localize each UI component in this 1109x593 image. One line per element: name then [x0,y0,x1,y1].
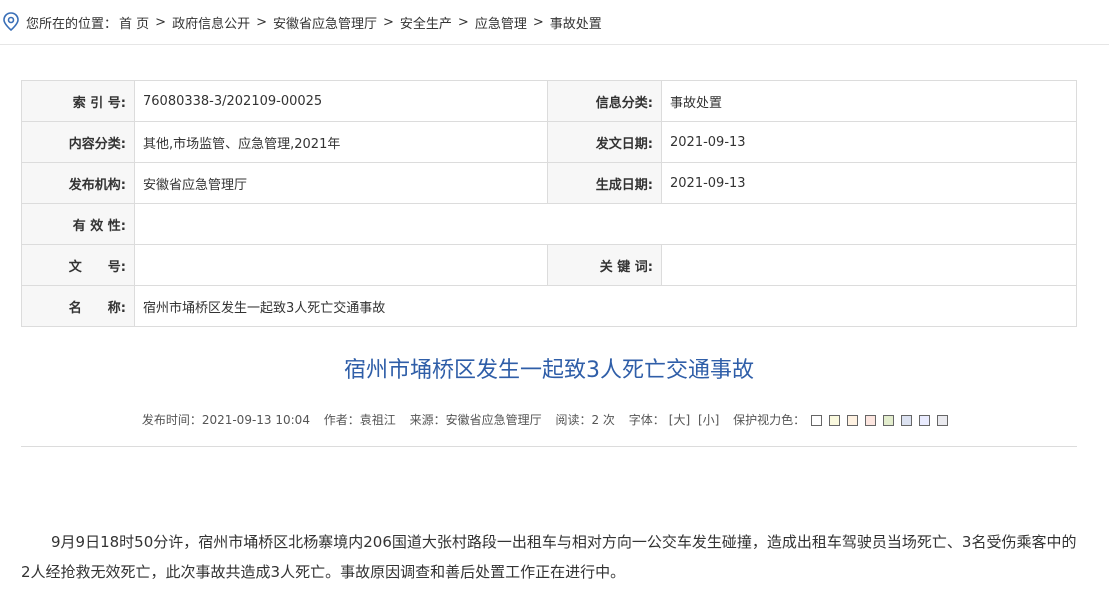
breadcrumb-current: 事故处置 [549,16,602,32]
validity-label: 有 效 性: [21,203,135,245]
eye-care-swatch[interactable] [865,415,877,426]
eye-care-swatch[interactable] [829,415,841,426]
publisher-value: 安徽省应急管理厅 [134,162,548,204]
publisher-label: 发布机构: [21,162,135,204]
breadcrumb-separator: > [155,14,167,30]
article-body: 9月9日18时50分许，宿州市埇桥区北杨寨境内206国道大张村路段一出租车与相对… [21,533,1077,581]
eye-care-swatch[interactable] [883,415,895,426]
eye-care-swatch[interactable] [937,415,949,426]
name-value: 宿州市埇桥区发生一起致3人死亡交通事故 [134,285,1077,327]
breadcrumb-department[interactable]: 安徽省应急管理厅 [273,13,377,32]
read-count: 阅读：2 次 [555,413,615,427]
eye-care-swatches [811,415,952,426]
publish-time: 发布时间：2021-09-13 10:04 [141,413,310,427]
issue-date-value: 2021-09-13 [661,121,1077,163]
meta-row: 索 引 号: 76080338-3/202109-00025 信息分类: 事故处… [21,80,1077,122]
meta-row: 文 号: 关 键 词: [21,244,1077,286]
breadcrumb-separator: > [457,14,469,30]
location-pin-icon [2,12,20,32]
article-info-bar: 发布时间：2021-09-13 10:04 作者：袁祖江 来源：安徽省应急管理厅… [0,411,1098,428]
created-date-value: 2021-09-13 [661,162,1077,204]
created-date-label: 生成日期: [547,162,662,204]
content-category-value: 其他,市场监管、应急管理,2021年 [134,121,548,163]
article-title: 宿州市埇桥区发生一起致3人死亡交通事故 [344,358,754,383]
doc-number-label: 文 号: [21,244,135,286]
keywords-label: 关 键 词: [547,244,662,286]
breadcrumb-home[interactable]: 首 页 [119,13,149,32]
breadcrumb-emergency[interactable]: 应急管理 [475,13,527,32]
content-divider [21,446,1077,447]
eye-care-swatch[interactable] [901,415,913,426]
document-metadata-table: 索 引 号: 76080338-3/202109-00025 信息分类: 事故处… [21,80,1077,327]
breadcrumb-separator: > [532,14,544,30]
keywords-value [661,244,1077,286]
breadcrumb-separator: > [383,14,394,30]
font-size-label: 字体： [628,413,665,427]
meta-row: 内容分类: 其他,市场监管、应急管理,2021年 发文日期: 2021-09-1… [21,121,1077,163]
font-large-button[interactable]: [大] [669,413,690,427]
info-category-label: 信息分类: [547,80,662,122]
meta-row: 有 效 性: [21,203,1077,245]
eye-care-swatch[interactable] [919,415,931,426]
eye-care-swatch[interactable] [811,415,823,426]
doc-number-value [134,244,548,286]
breadcrumb-prefix: 您所在的位置： [26,16,118,32]
index-value: 76080338-3/202109-00025 [134,80,548,122]
eye-care-label: 保护视力色： [733,413,806,427]
name-label: 名 称: [21,285,135,327]
content-category-label: 内容分类: [21,121,135,163]
validity-value [134,203,1077,245]
meta-row: 发布机构: 安徽省应急管理厅 生成日期: 2021-09-13 [21,162,1077,204]
info-category-value: 事故处置 [661,80,1077,122]
font-small-button[interactable]: [小] [698,413,719,427]
source: 来源：安徽省应急管理厅 [409,413,542,427]
breadcrumb-safety[interactable]: 安全生产 [400,13,452,32]
meta-row: 名 称: 宿州市埇桥区发生一起致3人死亡交通事故 [21,285,1077,327]
index-label: 索 引 号: [21,80,135,122]
author: 作者：袁祖江 [323,413,396,427]
breadcrumb-separator: > [256,14,267,30]
issue-date-label: 发文日期: [547,121,662,163]
eye-care-swatch[interactable] [847,415,859,426]
breadcrumb-gov-info[interactable]: 政府信息公开 [172,13,250,32]
breadcrumb: 您所在的位置： 首 页 > 政府信息公开 > 安徽省应急管理厅 > 安全生产 >… [0,0,1109,45]
